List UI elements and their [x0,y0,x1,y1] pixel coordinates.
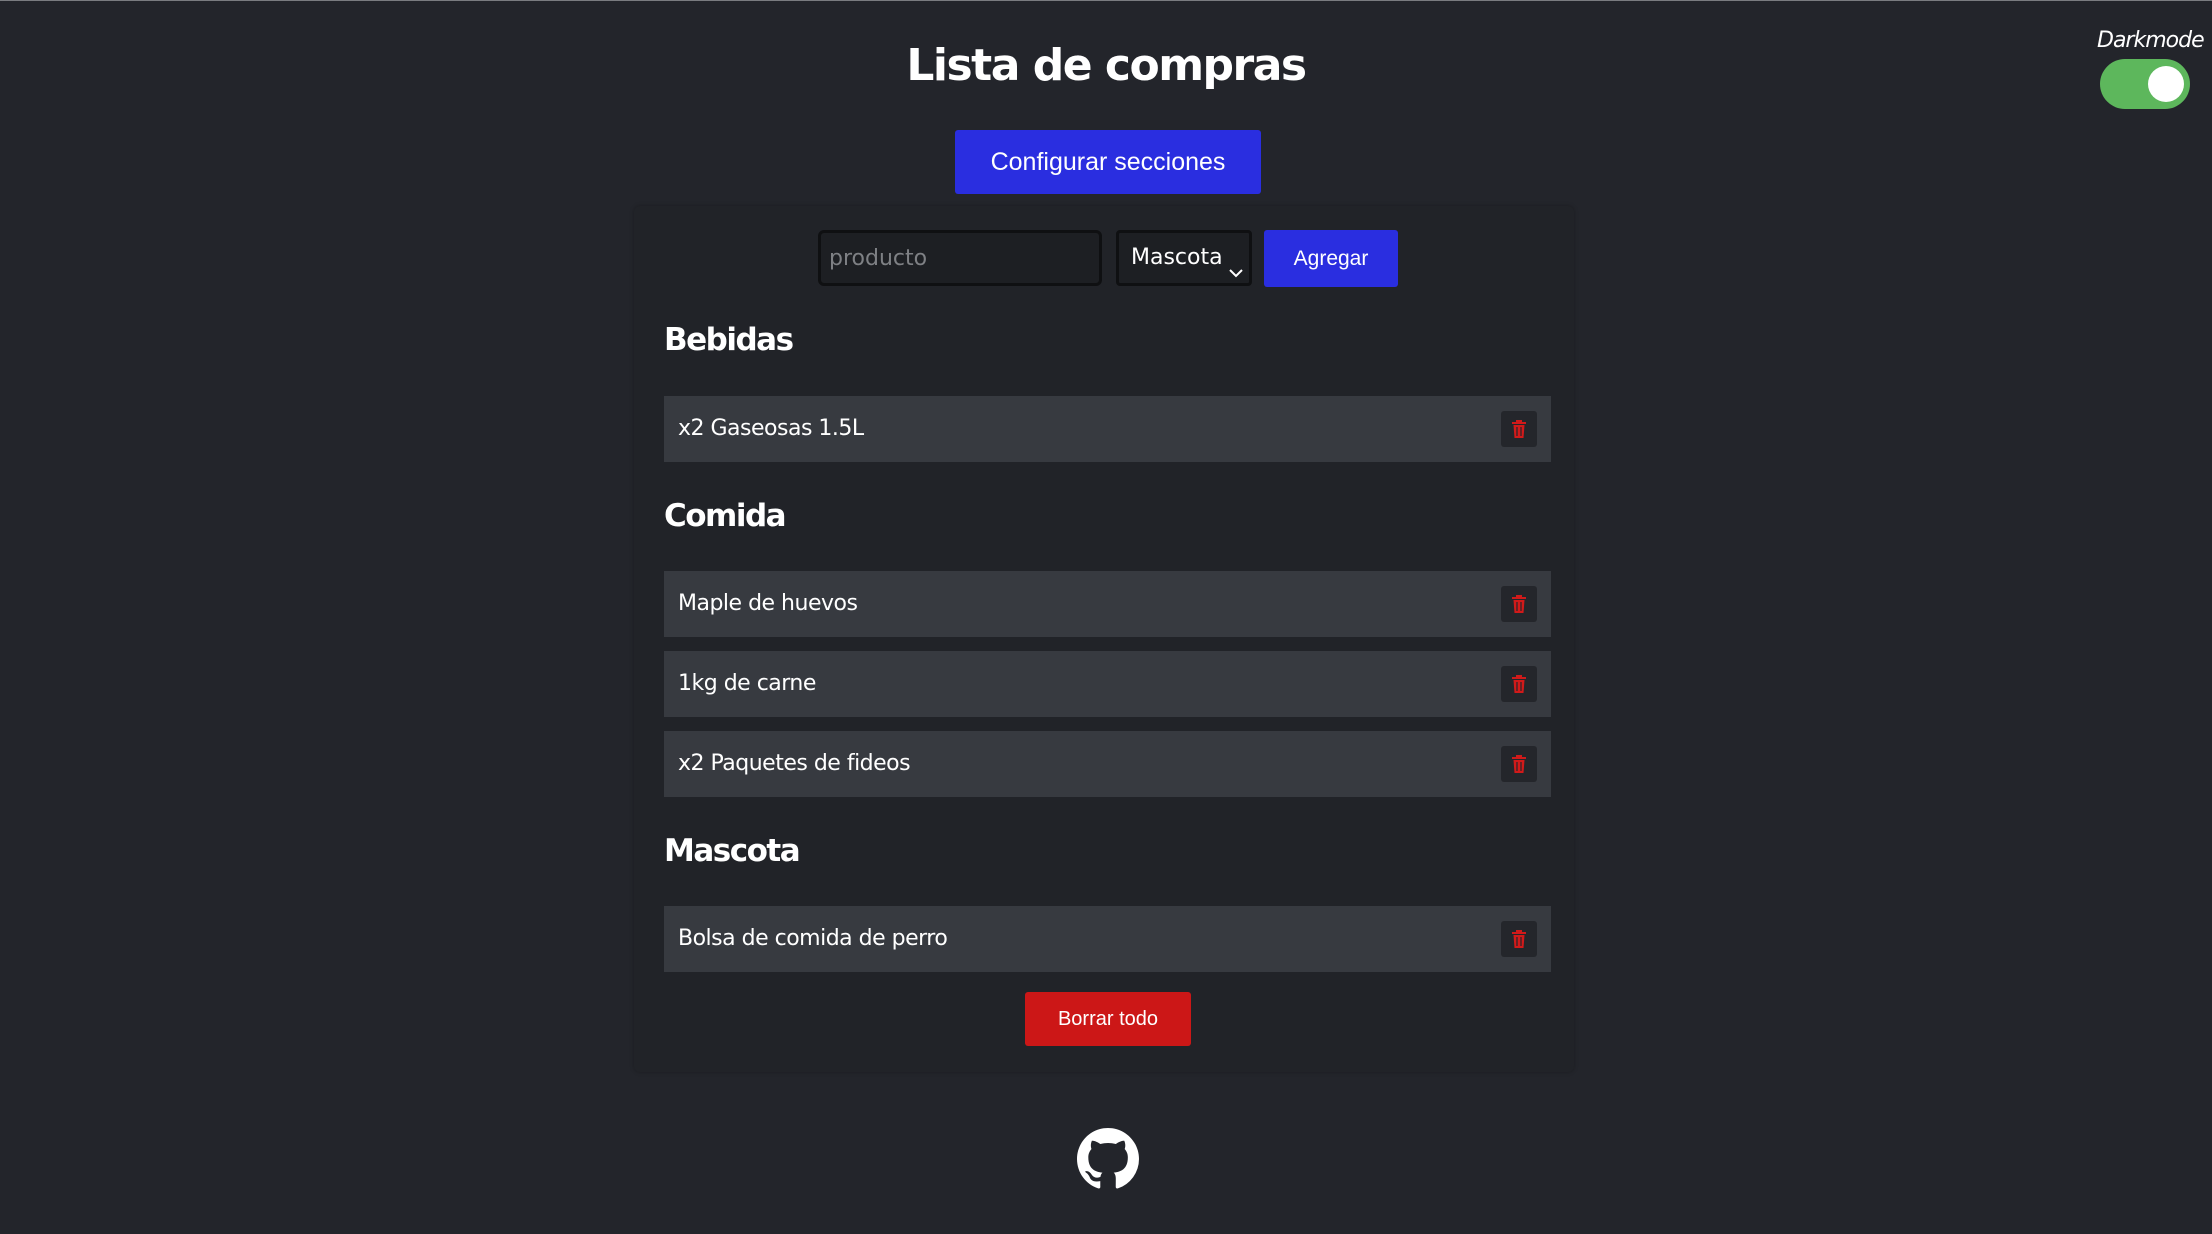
item-label: x2 Paquetes de fideos [678,751,911,776]
list-item: x2 Gaseosas 1.5L [664,396,1551,462]
add-button[interactable]: Agregar [1264,230,1398,287]
chevron-down-icon [1229,249,1243,299]
list-item: Bolsa de comida de perro [664,906,1551,972]
section-heading-bebidas: Bebidas [664,322,794,358]
item-label: 1kg de carne [678,671,816,696]
trash-icon [1512,675,1526,693]
delete-item-button[interactable] [1501,666,1537,702]
list-item: 1kg de carne [664,651,1551,717]
delete-item-button[interactable] [1501,411,1537,447]
section-heading-mascota: Mascota [664,833,801,869]
section-heading-comida: Comida [664,498,787,534]
clear-all-button[interactable]: Borrar todo [1025,992,1191,1046]
trash-icon [1512,755,1526,773]
github-link[interactable] [1077,1128,1139,1190]
section-select-value: Mascota [1131,245,1223,270]
section-select[interactable]: Mascota [1116,230,1252,286]
github-icon [1077,1128,1139,1189]
list-item: Maple de huevos [664,571,1551,637]
item-label: x2 Gaseosas 1.5L [678,416,864,441]
list-item: x2 Paquetes de fideos [664,731,1551,797]
item-label: Maple de huevos [678,591,858,616]
product-input[interactable] [818,230,1102,286]
trash-icon [1512,930,1526,948]
trash-icon [1512,595,1526,613]
window-top-border [0,0,2212,1]
trash-icon [1512,420,1526,438]
configure-sections-button[interactable]: Configurar secciones [955,130,1261,194]
item-label: Bolsa de comida de perro [678,926,948,951]
page-title: Lista de compras [906,40,1307,91]
delete-item-button[interactable] [1501,746,1537,782]
delete-item-button[interactable] [1501,921,1537,957]
delete-item-button[interactable] [1501,586,1537,622]
